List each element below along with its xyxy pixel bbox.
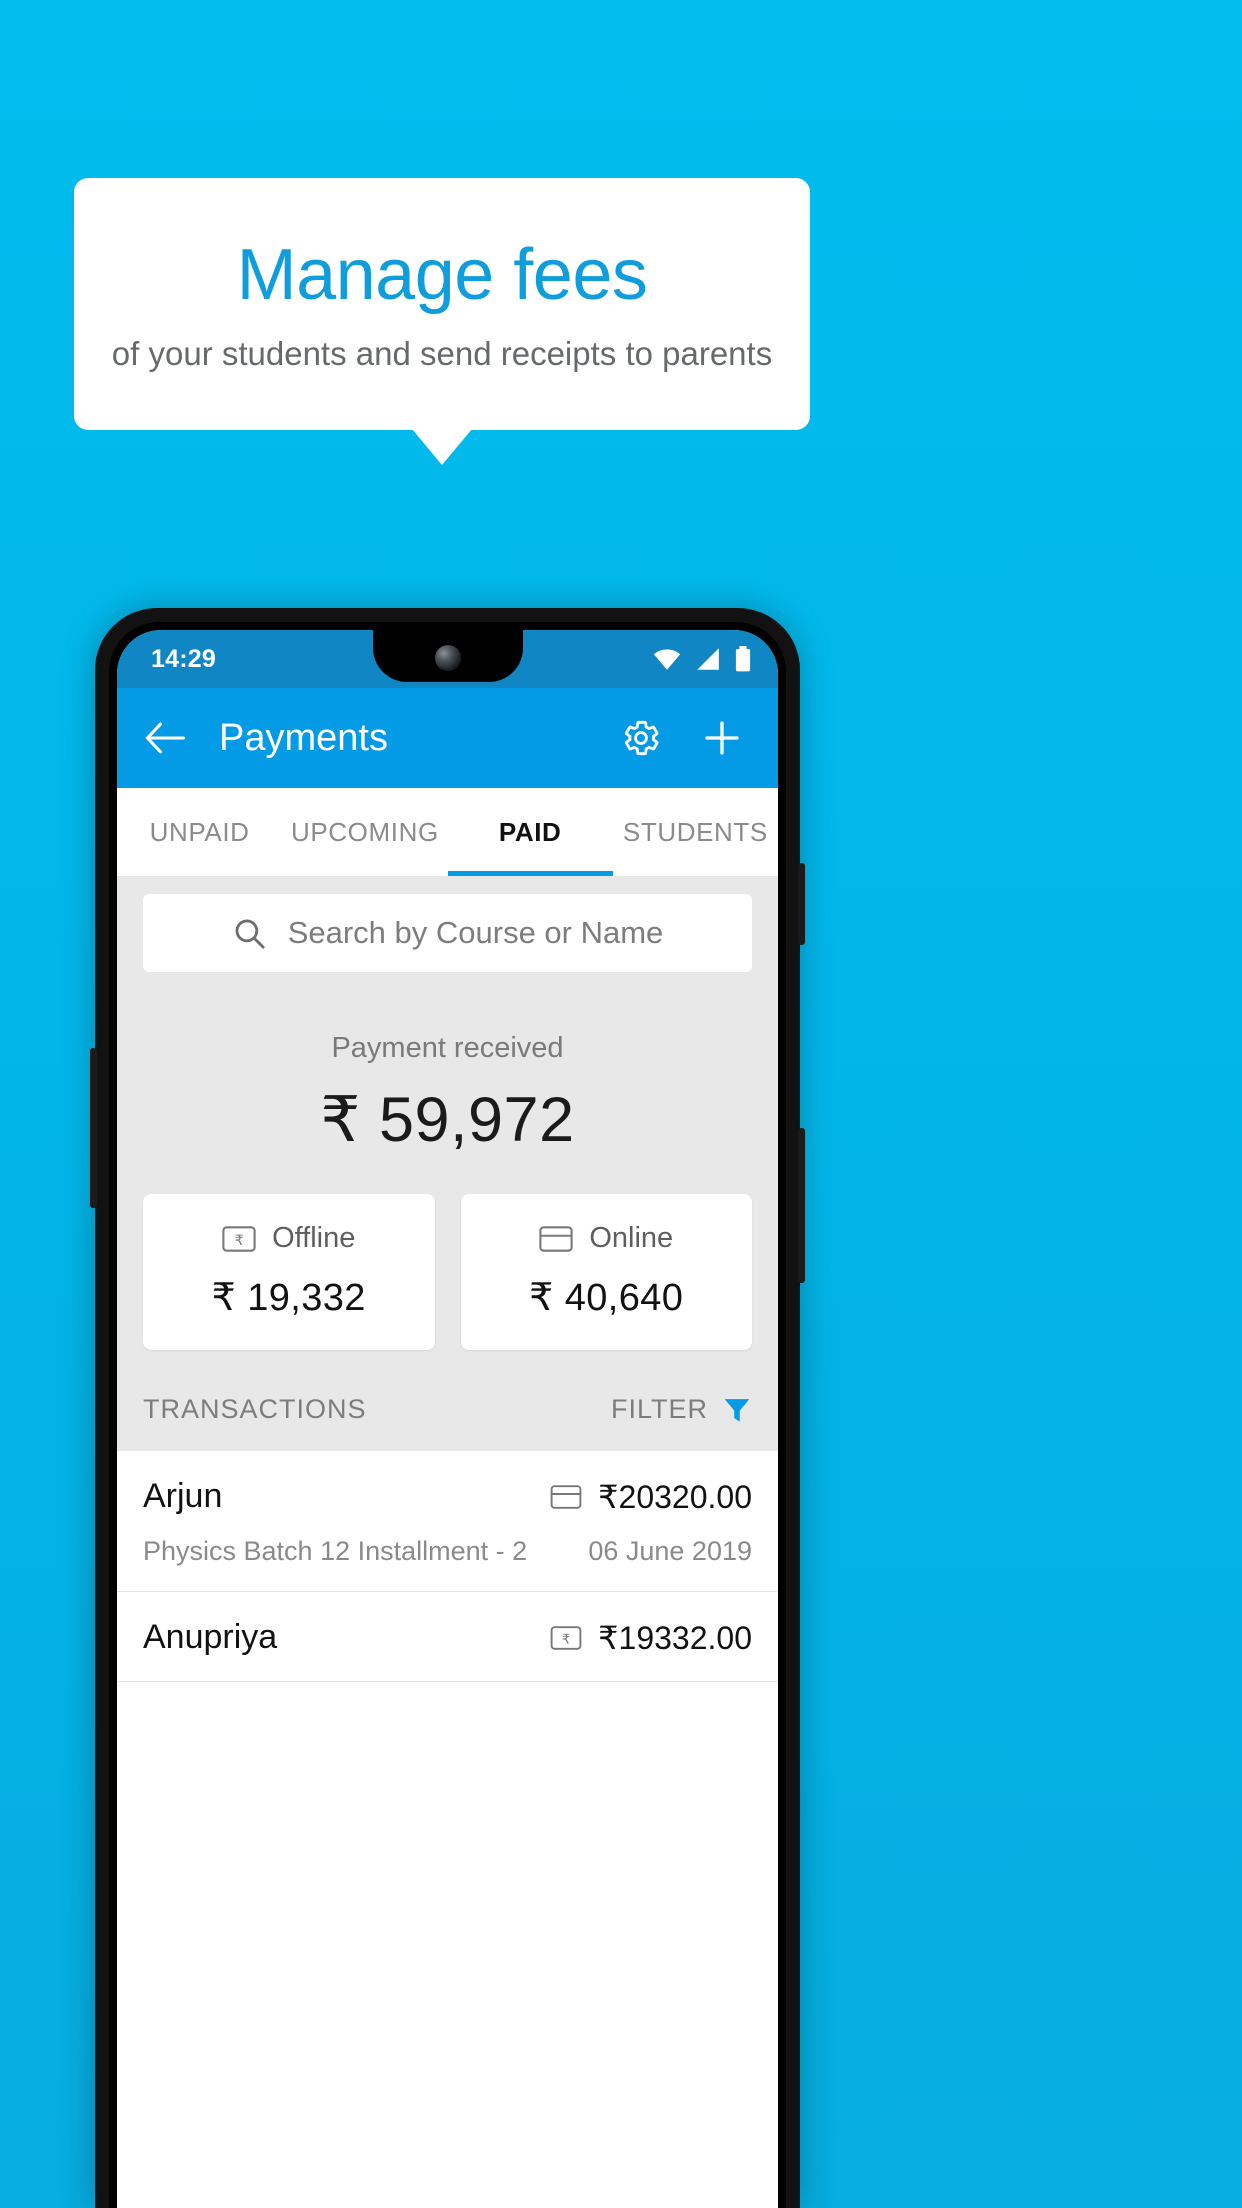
phone-screen: 14:29 Payments UNPAID UPCOMING PAID STUD…	[117, 630, 778, 2208]
search-placeholder: Search by Course or Name	[287, 915, 664, 950]
battery-icon	[734, 646, 752, 672]
search-input[interactable]: Search by Course or Name	[143, 894, 752, 972]
svg-text:₹: ₹	[562, 1632, 570, 1647]
online-card[interactable]: Online ₹ 40,640	[460, 1194, 752, 1350]
phone-mockup: 14:29 Payments UNPAID UPCOMING PAID STUD…	[90, 608, 805, 2208]
search-icon	[232, 916, 266, 950]
plus-icon[interactable]	[702, 718, 742, 758]
gear-icon[interactable]	[620, 717, 662, 759]
svg-text:₹: ₹	[235, 1232, 244, 1248]
table-row[interactable]: Arjun ₹20320.00 Physics Batch 12 Install…	[117, 1451, 778, 1592]
offline-label: Offline	[272, 1222, 356, 1254]
payment-summary: Payment received ₹ 59,972	[117, 972, 778, 1156]
transaction-name: Anupriya	[143, 1618, 278, 1656]
status-time: 14:29	[151, 644, 216, 673]
filter-button[interactable]: FILTER	[611, 1394, 752, 1425]
banknote-rupee-icon: ₹	[550, 1625, 582, 1650]
transactions-header: TRANSACTIONS FILTER	[117, 1350, 778, 1451]
tab-students[interactable]: STUDENTS	[613, 788, 778, 876]
credit-card-icon	[539, 1225, 573, 1252]
online-amount: ₹ 40,640	[529, 1277, 684, 1319]
tab-paid[interactable]: PAID	[447, 788, 614, 876]
bubble-tail	[412, 429, 472, 465]
online-label: Online	[589, 1222, 674, 1254]
phone-volume-button-left	[90, 1048, 97, 1208]
signal-icon	[694, 647, 722, 671]
offline-amount: ₹ 19,332	[211, 1277, 366, 1319]
promo-subtitle: of your students and send receipts to pa…	[111, 334, 773, 372]
promo-title: Manage fees	[236, 234, 648, 315]
phone-notch	[372, 630, 523, 682]
phone-bezel: 14:29 Payments UNPAID UPCOMING PAID STUD…	[109, 622, 786, 2208]
content-area: Search by Course or Name Payment receive…	[117, 876, 778, 1682]
page-title: Payments	[219, 716, 388, 759]
transaction-amount: ₹20320.00	[598, 1478, 752, 1515]
wifi-icon	[652, 647, 682, 671]
phone-volume-button-right	[798, 1128, 805, 1283]
transaction-course: Physics Batch 12 Installment - 2	[143, 1536, 528, 1566]
tab-bar: UNPAID UPCOMING PAID STUDENTS	[117, 788, 778, 876]
tab-unpaid[interactable]: UNPAID	[117, 788, 282, 876]
tab-upcoming[interactable]: UPCOMING	[282, 788, 447, 876]
phone-power-button	[798, 863, 805, 945]
summary-amount: ₹ 59,972	[320, 1085, 575, 1155]
transaction-date: 06 June 2019	[588, 1536, 752, 1566]
summary-label: Payment received	[331, 1032, 564, 1064]
app-bar: Payments	[117, 688, 778, 788]
status-icons	[652, 646, 752, 672]
filter-label: FILTER	[610, 1394, 708, 1424]
status-bar: 14:29	[117, 630, 778, 688]
table-row[interactable]: Anupriya ₹ ₹19332.00	[117, 1592, 778, 1682]
offline-card[interactable]: ₹ Offline ₹ 19,332	[143, 1194, 435, 1350]
promo-bubble: Manage fees of your students and send re…	[74, 178, 810, 465]
transaction-name: Arjun	[143, 1477, 223, 1515]
funnel-icon	[722, 1395, 752, 1425]
transactions-label: TRANSACTIONS	[143, 1394, 367, 1424]
banknote-rupee-icon: ₹	[222, 1225, 256, 1252]
transactions-list: Arjun ₹20320.00 Physics Batch 12 Install…	[117, 1451, 778, 1682]
front-camera-icon	[434, 645, 461, 671]
breakdown-cards: ₹ Offline ₹ 19,332 Online ₹ 40,640	[117, 1156, 778, 1350]
back-arrow-icon[interactable]	[145, 722, 185, 754]
transaction-amount: ₹19332.00	[598, 1619, 752, 1656]
credit-card-icon	[550, 1484, 582, 1509]
